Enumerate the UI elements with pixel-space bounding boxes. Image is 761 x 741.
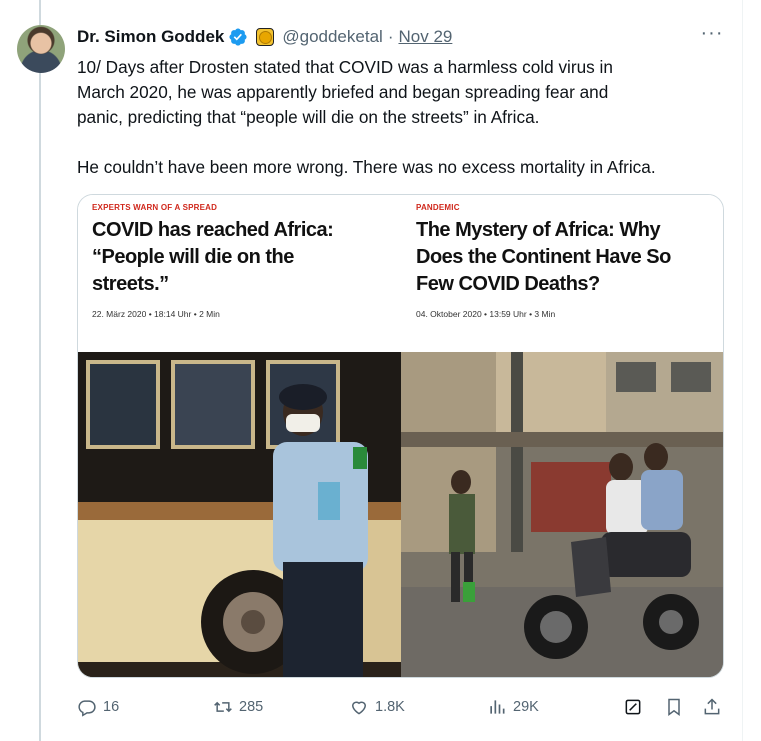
tweet-media[interactable]: EXPERTS WARN OF A SPREAD COVID has reach… (77, 194, 724, 678)
article-screenshot-right: PANDEMIC The Mystery of Africa: Why Does… (401, 195, 723, 352)
tweet-text-line: 10/ Days after Drosten stated that COVID… (77, 57, 613, 77)
reply-count: 16 (103, 699, 120, 715)
grok-button[interactable] (623, 695, 649, 719)
tweet-date[interactable]: Nov 29 (398, 27, 452, 47)
heart-icon (351, 701, 367, 715)
article-kicker: PANDEMIC (416, 203, 460, 212)
article-meta: 04. Oktober 2020 • 13:59 Uhr • 3 Min (416, 309, 556, 319)
author-handle[interactable]: @goddeketal (282, 27, 382, 47)
retweet-count: 285 (239, 699, 264, 715)
bookmark-icon (668, 698, 680, 716)
affiliate-badge-icon[interactable] (256, 28, 275, 46)
reply-icon (78, 700, 96, 717)
avatar[interactable] (17, 25, 65, 73)
headline-line: Few COVID Deaths? (416, 273, 600, 295)
photo-bus-officer (78, 352, 401, 677)
headline-line: Does the Continent Have So (416, 246, 671, 268)
article-screenshot-left: EXPERTS WARN OF A SPREAD COVID has reach… (78, 195, 401, 352)
tweet-text-line: panic, predicting that “people will die … (77, 107, 540, 127)
tweet-header: Dr. Simon Goddek @goddeketal · Nov 29 (77, 25, 452, 49)
headline-line: COVID has reached Africa: (92, 219, 334, 241)
author-name[interactable]: Dr. Simon Goddek (77, 27, 224, 47)
analytics-icon (490, 700, 505, 714)
tweet-text-line: He couldn’t have been more wrong. There … (77, 157, 656, 177)
view-count: 29K (513, 699, 539, 715)
separator-dot: · (387, 27, 394, 46)
verified-badge-icon[interactable] (228, 27, 248, 47)
article-headline: The Mystery of Africa: Why Does the Cont… (416, 217, 671, 298)
retweet-button[interactable]: 285 (213, 695, 263, 719)
photo-street-motorbike (401, 352, 723, 677)
reply-button[interactable]: 16 (77, 695, 119, 719)
bookmark-button[interactable] (664, 695, 690, 719)
headline-line: The Mystery of Africa: Why (416, 219, 661, 241)
views-button[interactable]: 29K (487, 695, 539, 719)
more-options-icon[interactable]: ··· (698, 23, 726, 48)
article-headline: COVID has reached Africa: “People will d… (92, 217, 334, 298)
tweet-text-line: March 2020, he was apparently briefed an… (77, 82, 609, 102)
article-meta: 22. März 2020 • 18:14 Uhr • 2 Min (92, 309, 220, 319)
retweet-icon (214, 701, 232, 713)
grok-icon (625, 699, 641, 715)
headline-line: streets.” (92, 273, 169, 295)
timeline-border (742, 0, 743, 741)
headline-line: “People will die on the (92, 246, 294, 268)
like-count: 1.8K (375, 699, 405, 715)
share-button[interactable] (702, 695, 728, 719)
article-kicker: EXPERTS WARN OF A SPREAD (92, 203, 218, 212)
tweet-text: 10/ Days after Drosten stated that COVID… (77, 55, 737, 180)
share-icon (704, 698, 720, 715)
tweet-actions: 16 285 1.8K 29K (0, 695, 761, 719)
like-button[interactable]: 1.8K (349, 695, 405, 719)
thread-connector-line (39, 0, 41, 741)
